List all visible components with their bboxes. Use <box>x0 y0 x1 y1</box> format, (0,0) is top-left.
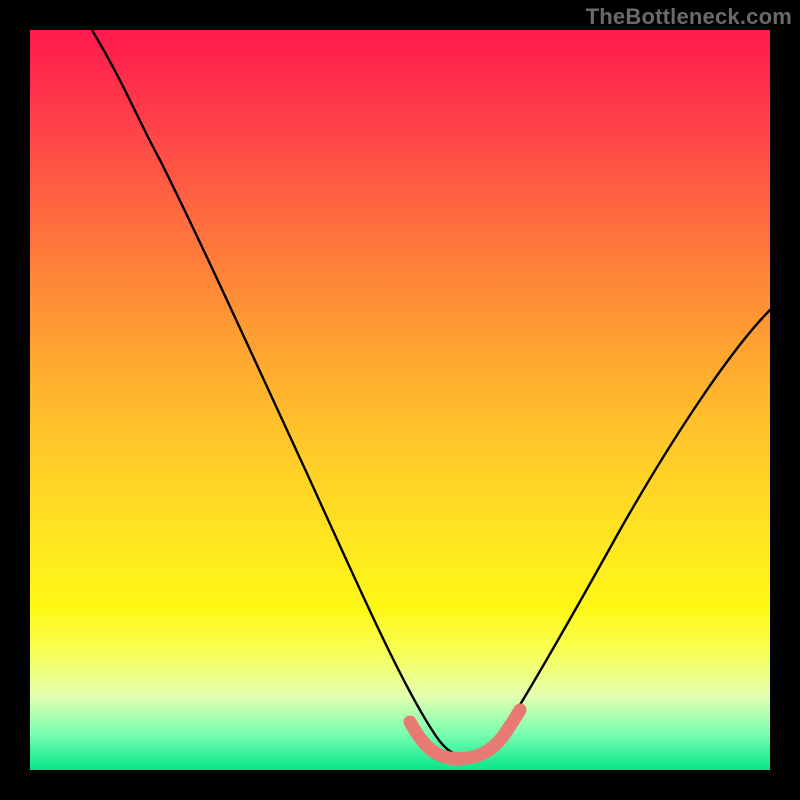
chart-frame: TheBottleneck.com <box>0 0 800 800</box>
chart-svg <box>30 30 770 770</box>
chart-plot-area <box>30 30 770 770</box>
watermark-text: TheBottleneck.com <box>586 4 792 30</box>
bottleneck-curve <box>92 30 770 756</box>
valley-highlight <box>410 710 520 758</box>
